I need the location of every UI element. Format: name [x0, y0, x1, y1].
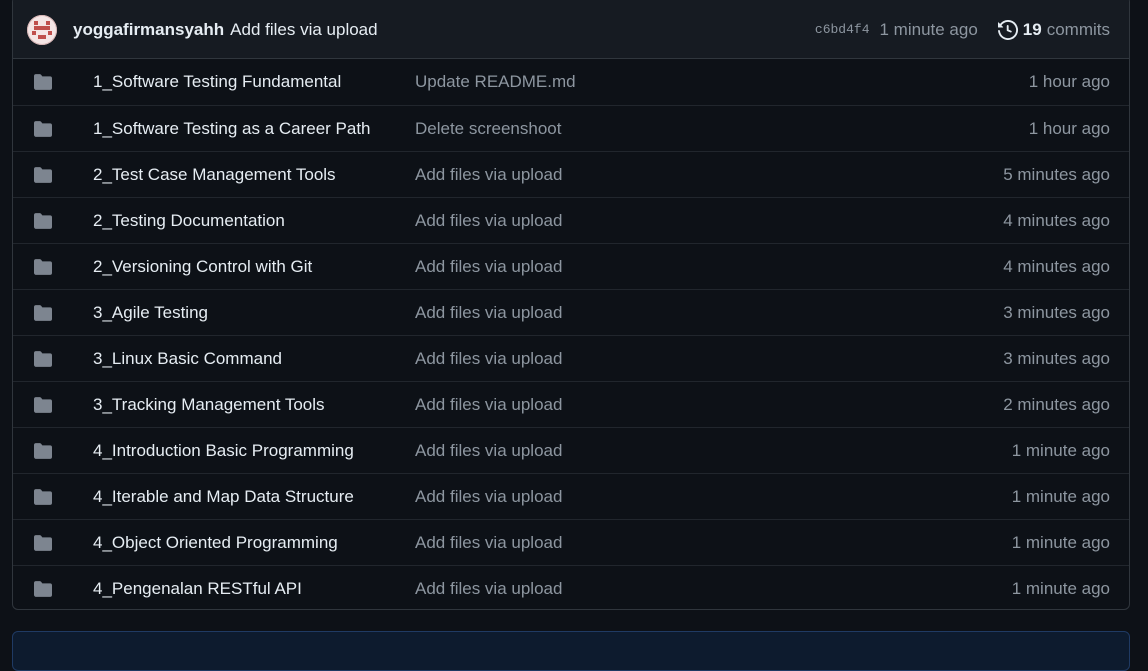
file-commit-message[interactable]: Update README.md — [415, 72, 1029, 92]
file-commit-message[interactable]: Add files via upload — [415, 533, 1012, 553]
folder-icon — [33, 534, 53, 552]
commits-link[interactable]: 19 commits — [997, 19, 1110, 40]
file-name-link[interactable]: 3_Agile Testing — [93, 303, 415, 323]
folder-icon — [33, 258, 53, 276]
file-row[interactable]: 3_Linux Basic Command Add files via uploa… — [13, 335, 1129, 381]
file-row[interactable]: 3_Agile Testing Add files via upload 3 min… — [13, 289, 1129, 335]
file-row[interactable]: 2_Versioning Control with Git Add files v… — [13, 243, 1129, 289]
file-commit-message[interactable]: Add files via upload — [415, 211, 1003, 231]
folder-icon — [33, 166, 53, 184]
file-row[interactable]: 2_Test Case Management Tools Add files vi… — [13, 151, 1129, 197]
commit-sha[interactable]: c6bd4f4 — [815, 22, 870, 37]
commit-author[interactable]: yoggafirmansyahh — [73, 20, 224, 40]
file-commit-age: 4 minutes ago — [1003, 256, 1110, 276]
file-commit-age: 2 minutes ago — [1003, 394, 1110, 414]
file-row[interactable]: 2_Testing Documentation Add files via upl… — [13, 197, 1129, 243]
file-commit-message[interactable]: Add files via upload — [415, 395, 1003, 415]
file-commit-age: 1 hour ago — [1028, 72, 1110, 91]
file-browser: yoggafirmansyahh Add files via upload c6… — [12, 0, 1130, 610]
file-name-link[interactable]: 3_Tracking Management Tools — [93, 395, 415, 415]
file-row[interactable]: 3_Tracking Management Tools Add files via… — [13, 381, 1129, 427]
commit-time: 1 minute ago — [879, 19, 978, 39]
readme-panel — [12, 631, 1130, 671]
file-row[interactable]: 1_Software Testing Fundamental Update REA… — [13, 59, 1129, 105]
file-commit-age: 1 minute ago — [1011, 440, 1110, 460]
file-name-link[interactable]: 4_Object Oriented Programming — [93, 533, 415, 553]
folder-icon — [33, 442, 53, 460]
file-commit-message[interactable]: Add files via upload — [415, 165, 1003, 185]
file-name-link[interactable]: 1_Software Testing Fundamental — [93, 72, 415, 92]
file-commit-message[interactable]: Delete screenshoot — [415, 119, 1029, 139]
file-commit-message[interactable]: Add files via upload — [415, 579, 1012, 599]
folder-icon — [33, 350, 53, 368]
file-commit-age: 4 minutes ago — [1003, 210, 1110, 230]
file-name-link[interactable]: 2_Testing Documentation — [93, 211, 415, 231]
folder-icon — [33, 212, 53, 230]
folder-icon — [33, 304, 53, 322]
file-row[interactable]: 4_Iterable and Map Data Structure Add fil… — [13, 473, 1129, 519]
file-commit-message[interactable]: Add files via upload — [415, 487, 1012, 507]
file-name-link[interactable]: 1_Software Testing as a Career Path — [93, 119, 415, 139]
file-commit-age: 1 hour ago — [1028, 118, 1110, 138]
file-commit-age: 3 minutes ago — [1003, 302, 1110, 322]
commits-label: commits — [1046, 19, 1110, 39]
file-row[interactable]: 1_Software Testing as a Career Path Delet… — [13, 105, 1129, 151]
file-row[interactable]: 4_Pengenalan RESTful API Add files via up… — [13, 565, 1129, 609]
file-commit-age: 1 minute ago — [1011, 578, 1110, 598]
commit-message[interactable]: Add files via upload — [230, 20, 377, 40]
file-commit-message[interactable]: Add files via upload — [415, 257, 1003, 277]
history-icon — [997, 19, 1018, 40]
folder-icon — [33, 580, 53, 598]
avatar[interactable] — [27, 14, 57, 45]
folder-icon — [33, 488, 53, 506]
file-name-link[interactable]: 4_Pengenalan RESTful API — [93, 579, 415, 599]
latest-commit-bar: yoggafirmansyahh Add files via upload c6… — [13, 0, 1129, 59]
file-name-link[interactable]: 3_Linux Basic Command — [93, 349, 415, 369]
file-commit-message[interactable]: Add files via upload — [415, 441, 1012, 461]
folder-icon — [33, 120, 53, 138]
folder-icon — [33, 73, 53, 91]
file-commit-message[interactable]: Add files via upload — [415, 303, 1003, 323]
file-list: 1_Software Testing Fundamental Update REA… — [13, 59, 1129, 609]
file-commit-age: 1 minute ago — [1011, 486, 1110, 506]
folder-icon — [33, 396, 53, 414]
file-row[interactable]: 4_Object Oriented Programming Add files v… — [13, 519, 1129, 565]
file-name-link[interactable]: 2_Test Case Management Tools — [93, 165, 415, 185]
file-commit-age: 3 minutes ago — [1003, 348, 1110, 368]
file-name-link[interactable]: 4_Iterable and Map Data Structure — [93, 487, 415, 507]
file-row[interactable]: 4_Introduction Basic Programming Add file… — [13, 427, 1129, 473]
file-commit-message[interactable]: Add files via upload — [415, 349, 1003, 369]
file-name-link[interactable]: 2_Versioning Control with Git — [93, 257, 415, 277]
commit-count: 19 — [1022, 19, 1042, 39]
file-commit-age: 1 minute ago — [1011, 532, 1110, 552]
file-name-link[interactable]: 4_Introduction Basic Programming — [93, 441, 415, 461]
file-commit-age: 5 minutes ago — [1003, 164, 1110, 184]
